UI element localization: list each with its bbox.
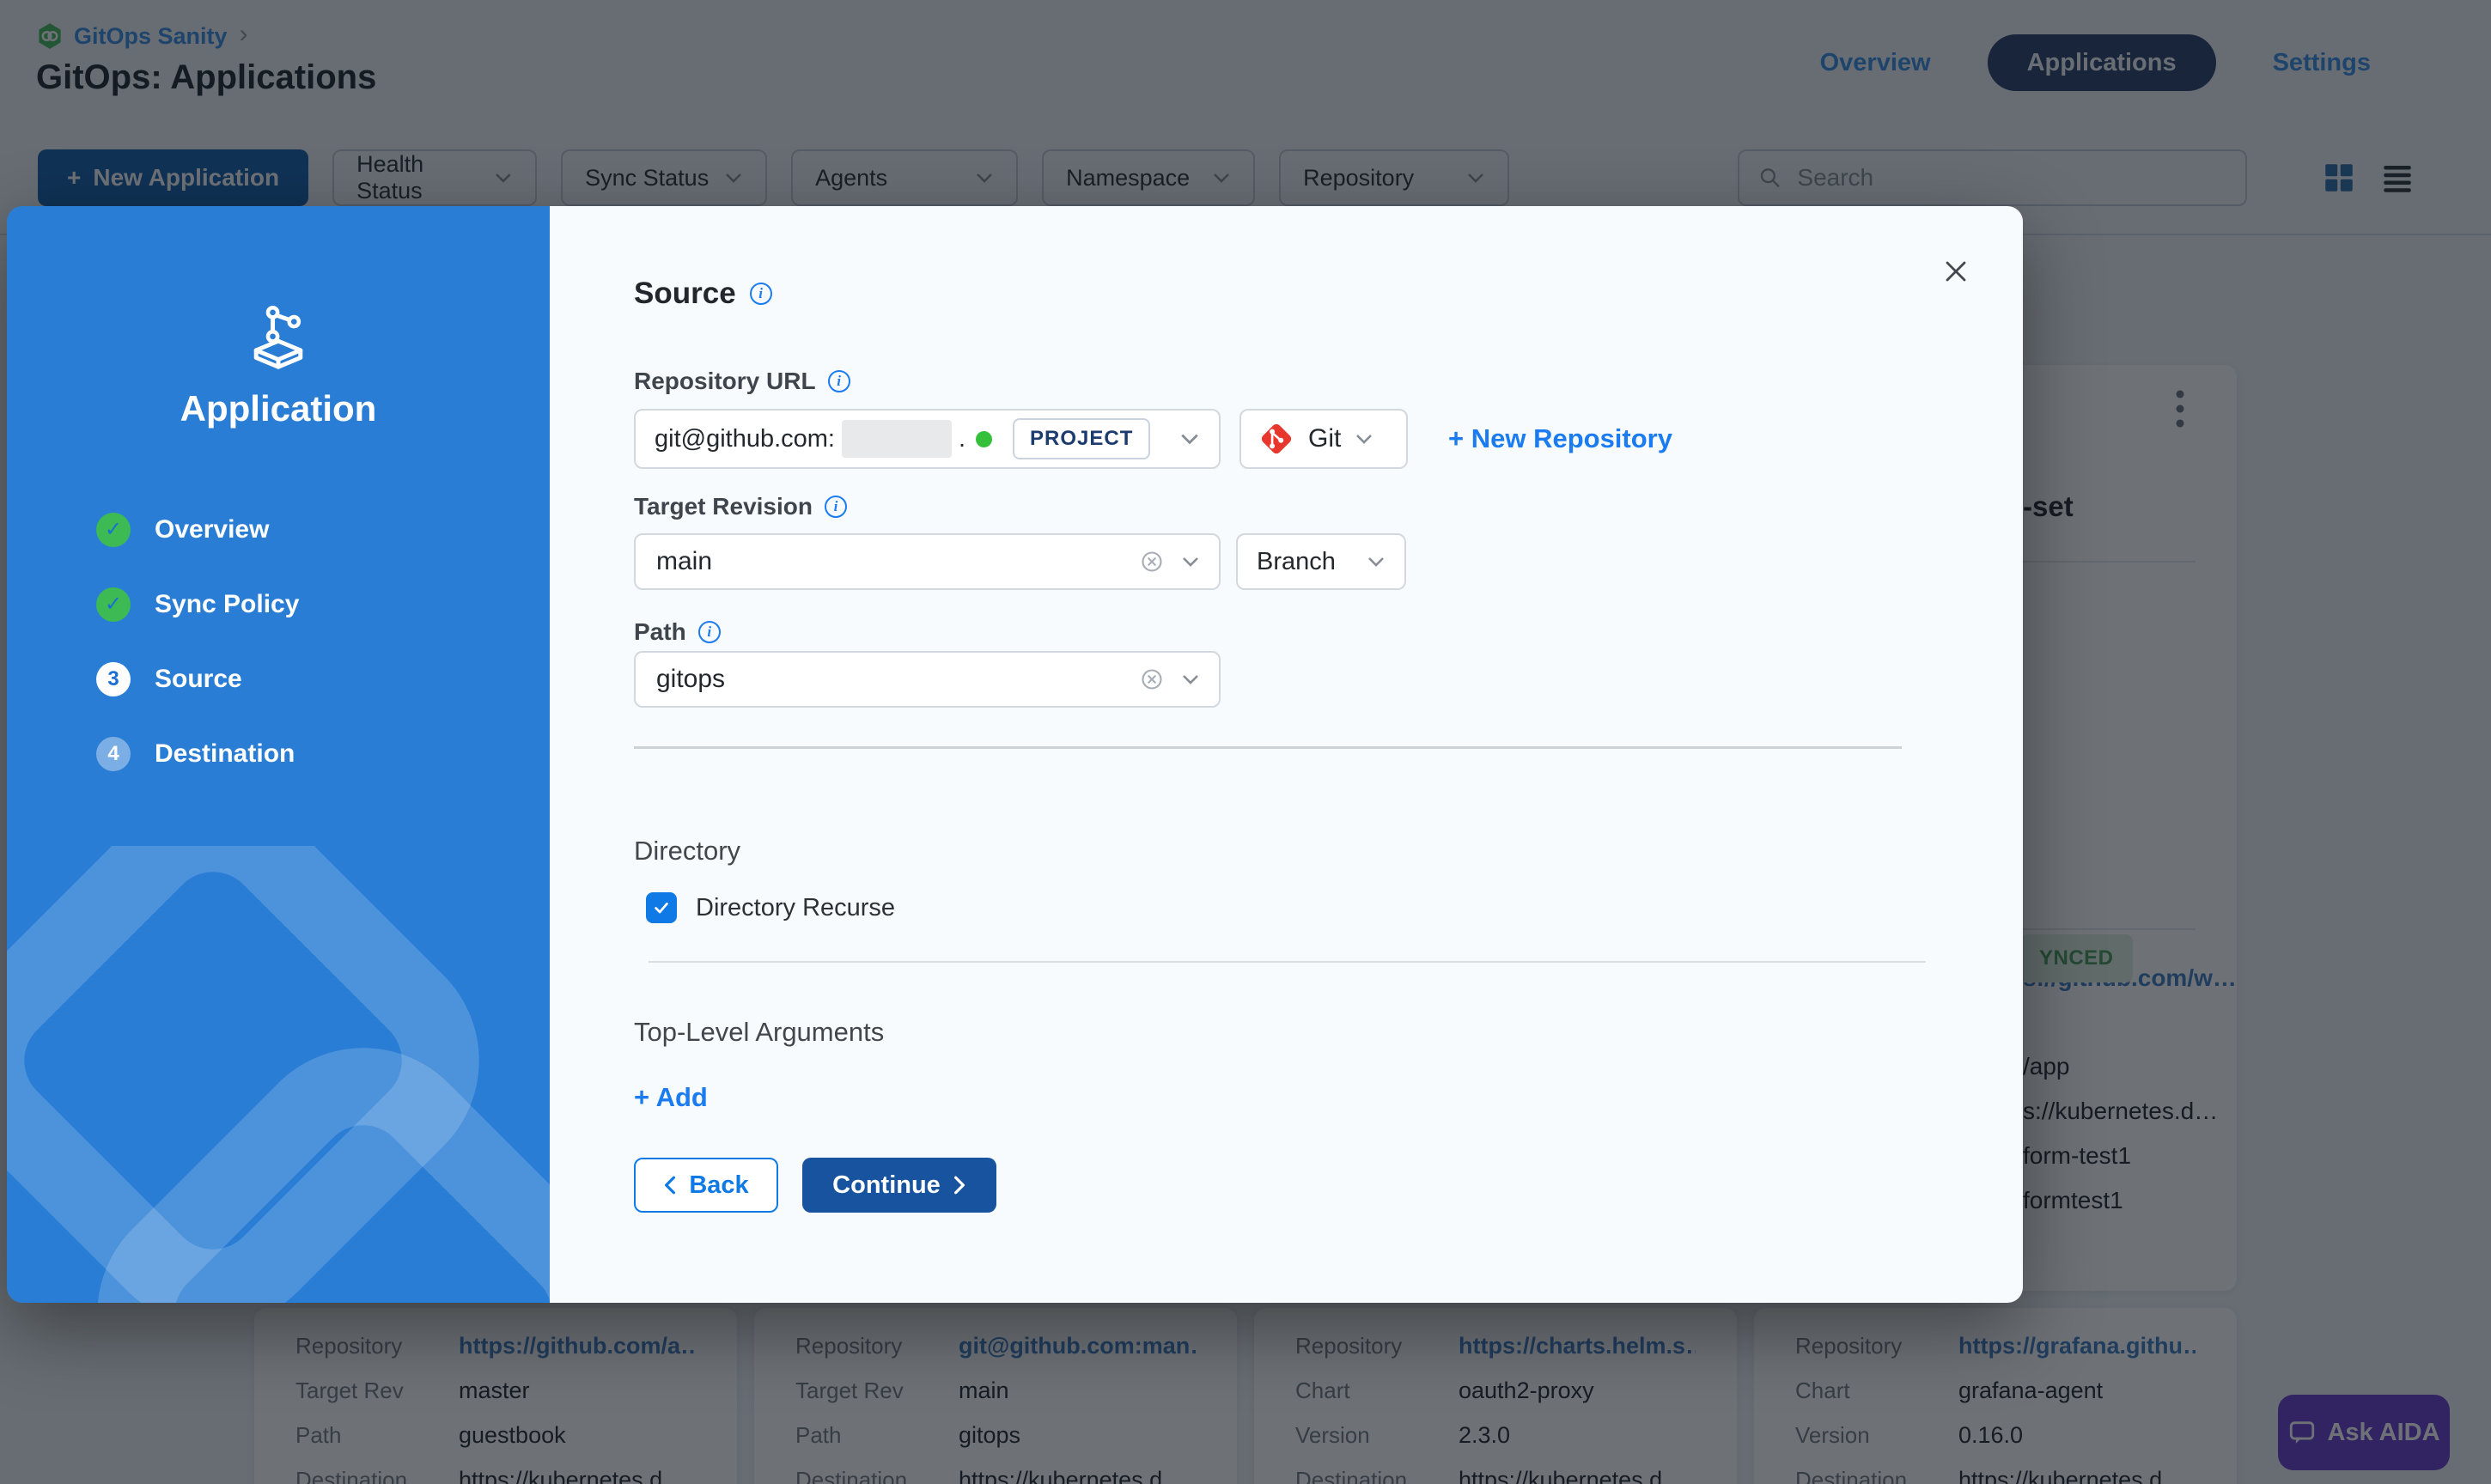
clear-icon[interactable] <box>1140 550 1164 574</box>
continue-button[interactable]: Continue <box>802 1158 996 1213</box>
redacted-text-block <box>842 420 952 458</box>
repository-url-select[interactable]: git@github.com: . PROJECT <box>634 409 1221 469</box>
application-wizard-icon <box>241 302 315 376</box>
directory-recurse-checkbox[interactable] <box>646 892 677 923</box>
target-revision-input[interactable] <box>655 546 1123 577</box>
back-button[interactable]: Back <box>634 1158 778 1213</box>
step-number: 4 <box>96 737 131 771</box>
chevron-down-icon[interactable] <box>1181 673 1200 685</box>
revision-type-value: Branch <box>1257 548 1336 576</box>
repository-type-select[interactable]: Git <box>1239 409 1408 469</box>
info-icon[interactable]: i <box>750 283 772 305</box>
add-argument-link[interactable]: + Add <box>634 1082 708 1113</box>
chevron-down-icon <box>1179 432 1200 446</box>
wizard-sidebar: Application ✓ Overview ✓ Sync Policy 3 S… <box>7 206 550 1303</box>
step-destination[interactable]: 4 Destination <box>96 734 299 773</box>
chevron-down-icon <box>1355 433 1373 445</box>
clear-icon[interactable] <box>1140 667 1164 691</box>
wizard-steps: ✓ Overview ✓ Sync Policy 3 Source 4 Dest… <box>96 510 299 773</box>
repo-type-value: Git <box>1308 424 1341 453</box>
info-icon[interactable]: i <box>828 370 850 392</box>
wizard-body: Source i Repository URL i git@github.com… <box>550 206 2023 1303</box>
step-number: 3 <box>96 662 131 696</box>
directory-heading: Directory <box>634 836 740 867</box>
new-repository-link[interactable]: + New Repository <box>1448 423 1672 454</box>
path-field <box>634 651 1221 708</box>
section-divider <box>634 746 1902 749</box>
target-revision-label: Target Revision i <box>634 493 847 520</box>
new-application-modal: Application ✓ Overview ✓ Sync Policy 3 S… <box>7 206 2023 1303</box>
chevron-down-icon <box>1367 556 1386 568</box>
step-done-icon: ✓ <box>96 587 131 622</box>
section-divider <box>649 961 1926 963</box>
step-sync-policy[interactable]: ✓ Sync Policy <box>96 585 299 623</box>
git-icon <box>1258 421 1294 457</box>
info-icon[interactable]: i <box>698 621 721 643</box>
wizard-title: Application <box>7 388 550 429</box>
path-input[interactable] <box>655 664 1123 695</box>
revision-type-select[interactable]: Branch <box>1236 533 1406 590</box>
directory-recurse-row: Directory Recurse <box>646 892 895 923</box>
form-heading: Source i <box>634 277 772 311</box>
repository-url-label: Repository URL i <box>634 368 850 395</box>
chevron-right-icon <box>953 1175 966 1195</box>
close-icon[interactable] <box>1939 254 1973 289</box>
project-scope-badge: PROJECT <box>1013 418 1150 459</box>
step-source[interactable]: 3 Source <box>96 660 299 698</box>
path-label: Path i <box>634 618 721 646</box>
gitops-applications-page: GitOps Sanity › GitOps: Applications Ove… <box>0 0 2491 1484</box>
step-done-icon: ✓ <box>96 513 131 547</box>
directory-recurse-label: Directory Recurse <box>696 894 895 922</box>
chevron-left-icon <box>663 1175 677 1195</box>
chevron-down-icon[interactable] <box>1181 556 1200 568</box>
step-overview[interactable]: ✓ Overview <box>96 510 299 549</box>
connection-status-dot <box>976 431 992 447</box>
harness-watermark-logo <box>7 846 550 1303</box>
info-icon[interactable]: i <box>825 496 847 518</box>
top-level-arguments-heading: Top-Level Arguments <box>634 1017 884 1048</box>
repository-url-value: git@github.com: <box>655 425 835 453</box>
target-revision-field <box>634 533 1221 590</box>
